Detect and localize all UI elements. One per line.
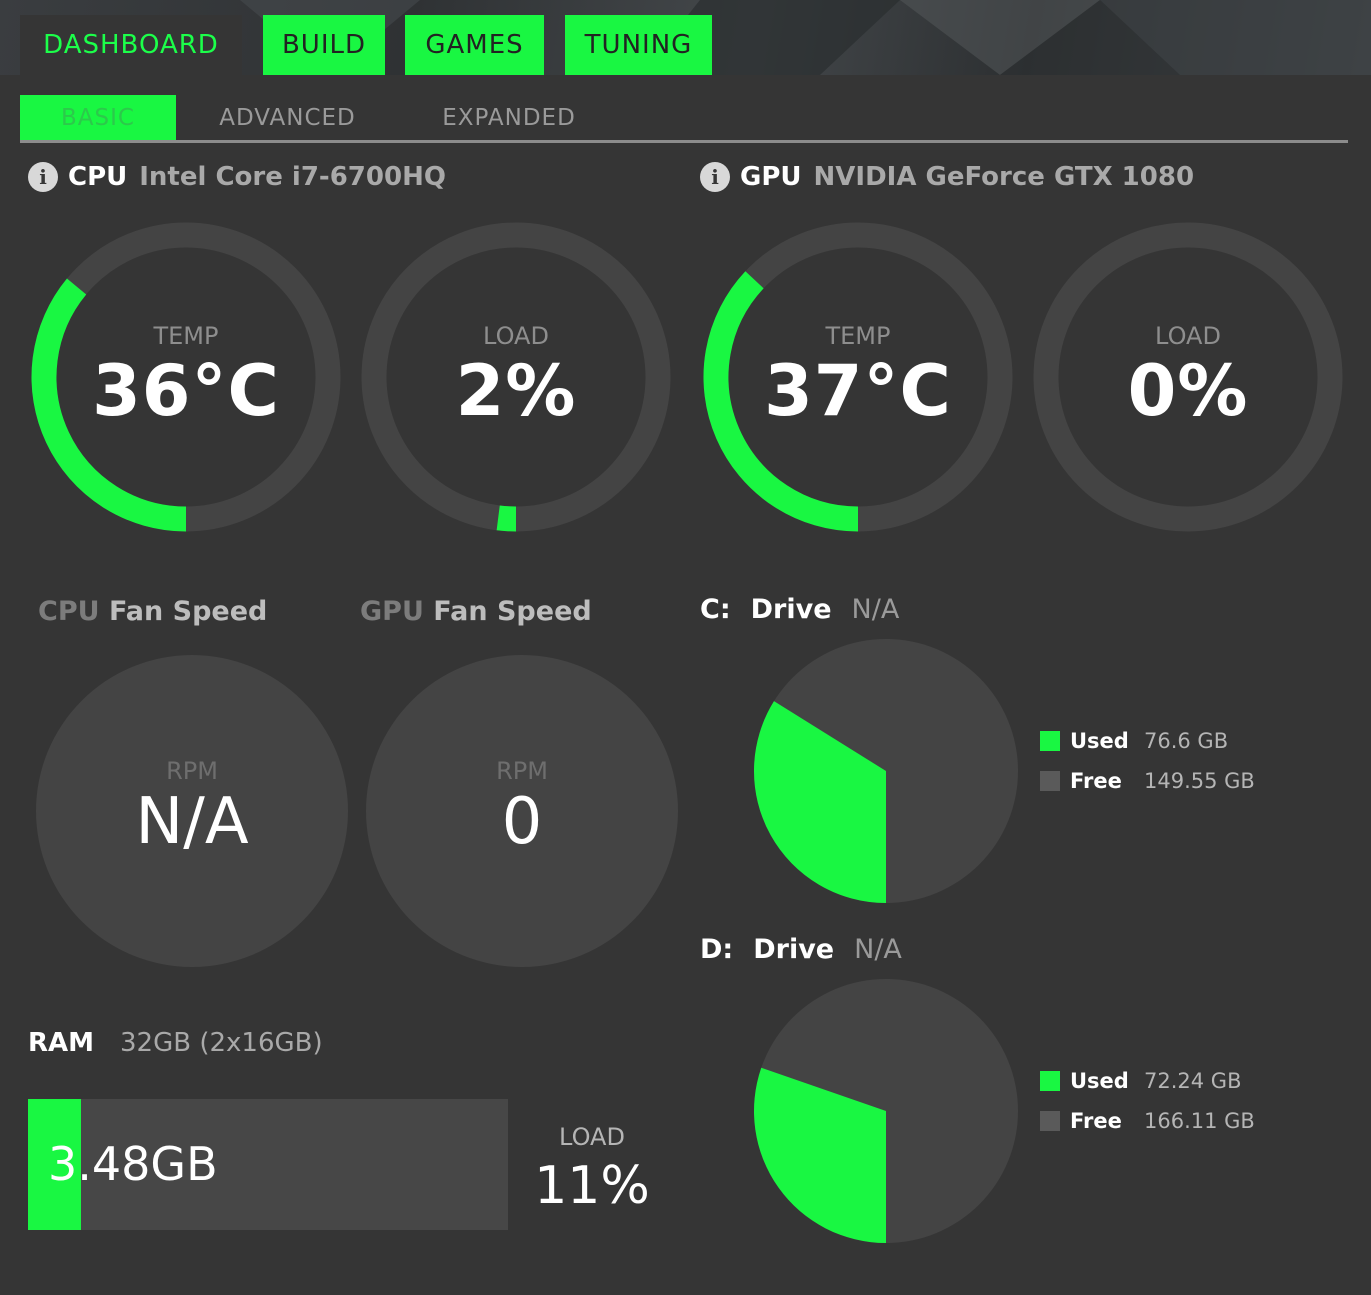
legend-free-label: Free [1070, 769, 1122, 793]
drive-c-title: C: Drive N/A [700, 594, 899, 625]
gauge-fill-arc [496, 505, 517, 532]
cpu-fan-title: CPU Fan Speed [38, 596, 267, 627]
ram-load-value: 11% [534, 1156, 650, 1216]
drive-c-legend-used: Used 76.6 GB [1040, 729, 1228, 753]
gauge-value: 0 [501, 785, 543, 859]
tab-games[interactable]: GAMES [405, 15, 544, 75]
legend-free-value: 166.11 GB [1144, 1109, 1255, 1133]
tab-dashboard[interactable]: DASHBOARD [20, 15, 242, 75]
gpu-model: NVIDIA GeForce GTX 1080 [813, 162, 1195, 192]
ram-usage-bar: 3.48GB [28, 1099, 508, 1230]
ram-load-label: LOAD [559, 1123, 625, 1151]
gpu-fan-gauge: RPM 0 [366, 655, 678, 967]
cpu-temp-gauge: TEMP 36°C [31, 222, 341, 532]
subtab-advanced[interactable]: ADVANCED [205, 95, 370, 140]
gpu-heading: i GPU NVIDIA GeForce GTX 1080 [700, 162, 1194, 192]
gauge-label: TEMP [825, 322, 891, 350]
gpu-fan-prefix: GPU [360, 596, 424, 627]
gauge-value: 36°C [92, 350, 280, 432]
gpu-label: GPU [740, 162, 802, 192]
gpu-temp-gauge: TEMP 37°C [703, 222, 1013, 532]
drive-letter: D: [700, 934, 734, 965]
cpu-label: CPU [68, 162, 128, 192]
legend-swatch-used [1040, 731, 1060, 751]
legend-used-label: Used [1070, 1069, 1129, 1093]
drive-c-pie [754, 639, 1018, 903]
drive-d-legend-free: Free 166.11 GB [1040, 1109, 1255, 1133]
gauge-value: 2% [455, 350, 577, 432]
subtab-expanded[interactable]: EXPANDED [425, 95, 593, 140]
drive-d-legend-used: Used 72.24 GB [1040, 1069, 1241, 1093]
gauge-label: LOAD [483, 322, 549, 350]
tab-tuning[interactable]: TUNING [565, 15, 712, 75]
gpu-load-gauge: LOAD 0% [1033, 222, 1343, 532]
cpu-heading: i CPU Intel Core i7-6700HQ [28, 162, 446, 192]
gauge-value: N/A [135, 785, 249, 859]
drive-letter: C: [700, 594, 731, 625]
drive-status: N/A [854, 934, 902, 965]
gauge-label: TEMP [153, 322, 219, 350]
gauge-label: LOAD [1155, 322, 1221, 350]
info-icon[interactable]: i [700, 162, 730, 192]
cpu-fan-gauge: RPM N/A [36, 655, 348, 967]
drive-status: N/A [851, 594, 900, 625]
legend-used-label: Used [1070, 729, 1129, 753]
gpu-fan-title: GPU Fan Speed [360, 596, 592, 627]
gauge-label: RPM [166, 757, 218, 785]
legend-free-value: 149.55 GB [1144, 769, 1255, 793]
gauge-label: RPM [496, 757, 548, 785]
drive-label: Drive [753, 934, 835, 965]
legend-used-value: 76.6 GB [1144, 729, 1229, 753]
ram-spec: 32GB (2x16GB) [120, 1028, 323, 1058]
ram-heading: RAM 32GB (2x16GB) [28, 1028, 323, 1058]
subtab-divider [20, 140, 1348, 143]
gauge-value: 37°C [764, 350, 952, 432]
cpu-model: Intel Core i7-6700HQ [139, 162, 446, 192]
legend-swatch-used [1040, 1071, 1060, 1091]
legend-used-value: 72.24 GB [1144, 1069, 1242, 1093]
ram-label: RAM [28, 1028, 95, 1058]
gpu-fan-label: Fan Speed [433, 596, 592, 627]
gauge-value: 0% [1127, 350, 1249, 432]
info-icon[interactable]: i [28, 162, 58, 192]
legend-swatch-free [1040, 1111, 1060, 1131]
drive-c-legend-free: Free 149.55 GB [1040, 769, 1255, 793]
subtab-basic[interactable]: BASIC [20, 95, 176, 140]
drive-d-pie [754, 979, 1018, 1243]
drive-d-title: D: Drive N/A [700, 934, 902, 965]
cpu-load-gauge: LOAD 2% [361, 222, 671, 532]
cpu-fan-label: Fan Speed [108, 596, 268, 627]
legend-free-label: Free [1070, 1109, 1122, 1133]
tab-build[interactable]: BUILD [263, 15, 385, 75]
drive-label: Drive [750, 594, 832, 625]
ram-used-value: 3.48GB [48, 1137, 218, 1191]
cpu-fan-prefix: CPU [38, 596, 100, 627]
legend-swatch-free [1040, 771, 1060, 791]
